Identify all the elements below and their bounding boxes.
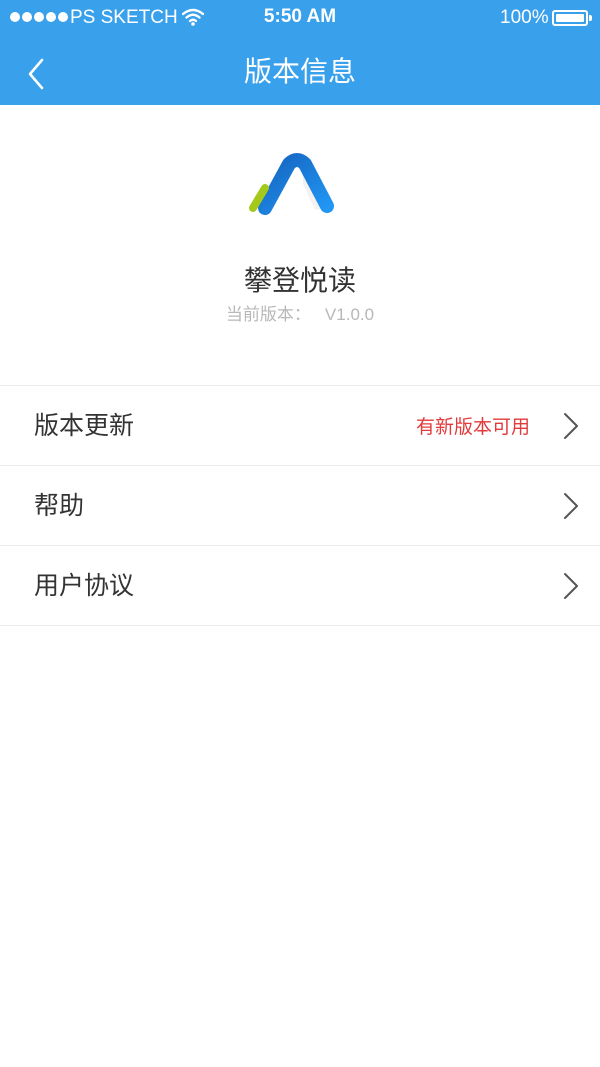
battery-percent: 100% (500, 7, 549, 28)
app-header: PS SKETCH 5:50 AM 100% 版本信息 (0, 0, 600, 105)
app-name: 攀登悦读 (243, 264, 356, 297)
page-title: 版本信息 (243, 55, 356, 88)
chevron-right-icon (564, 413, 578, 439)
chevron-right-icon (564, 493, 578, 519)
app-logo (249, 153, 334, 215)
update-available-badge: 有新版本可用 (415, 416, 530, 438)
battery-nub (589, 15, 592, 21)
version-label: 当前版本： (225, 305, 311, 324)
status-bar: PS SKETCH 5:50 AM 100% (0, 0, 600, 36)
menu-item-label: 版本更新 (34, 411, 135, 440)
battery-icon (552, 10, 588, 26)
menu-item-version-update[interactable]: 版本更新 有新版本可用 (0, 386, 600, 466)
version-value: V1.0.0 (324, 305, 375, 324)
menu-item-help[interactable]: 帮助 (0, 466, 600, 546)
version-info: 当前版本： V1.0.0 (0, 302, 600, 328)
menu-item-user-agreement[interactable]: 用户协议 (0, 546, 600, 626)
settings-menu: 版本更新 有新版本可用 帮助 用户协议 (0, 385, 600, 626)
menu-item-label: 帮助 (34, 491, 85, 520)
menu-item-label: 用户协议 (34, 571, 135, 600)
chevron-right-icon (564, 573, 578, 599)
